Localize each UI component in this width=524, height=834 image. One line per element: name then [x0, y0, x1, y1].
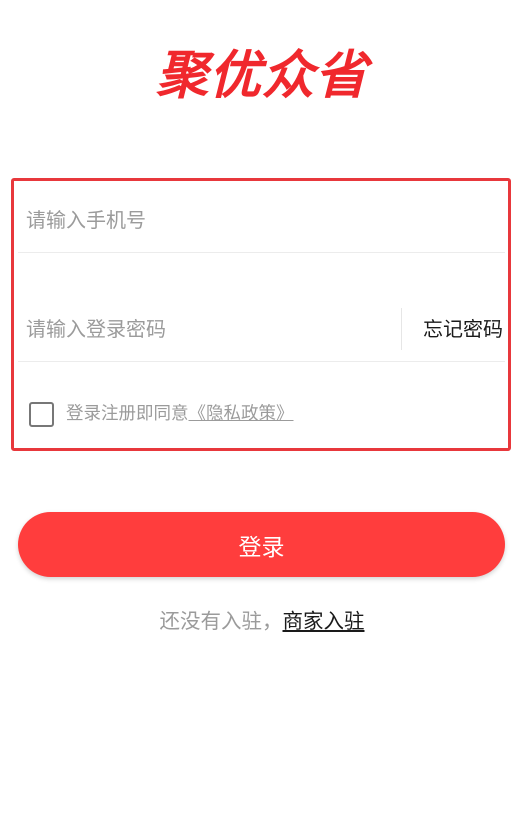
brand-logo: 聚优众省: [155, 46, 368, 106]
login-button[interactable]: 登录: [18, 512, 505, 577]
login-form-highlight: 忘记密码 登录注册即同意《隐私政策》: [11, 178, 511, 451]
phone-row: [18, 181, 505, 253]
agreement-row: 登录注册即同意《隐私政策》: [29, 402, 489, 427]
password-input[interactable]: [26, 309, 391, 349]
agreement-checkbox[interactable]: [29, 402, 54, 427]
password-divider: [401, 308, 402, 350]
privacy-policy-link[interactable]: 《隐私政策》: [189, 404, 294, 424]
forgot-password-link[interactable]: 忘记密码: [423, 309, 503, 349]
merchant-register-link[interactable]: 商家入驻: [283, 609, 365, 633]
register-prefix: 还没有入驻，: [159, 609, 283, 633]
phone-input[interactable]: [26, 200, 496, 240]
password-row: 忘记密码: [18, 253, 505, 362]
register-prompt: 还没有入驻，商家入驻: [0, 606, 524, 636]
agreement-text: 登录注册即同意《隐私政策》: [66, 402, 294, 427]
agreement-prefix: 登录注册即同意: [66, 404, 189, 424]
